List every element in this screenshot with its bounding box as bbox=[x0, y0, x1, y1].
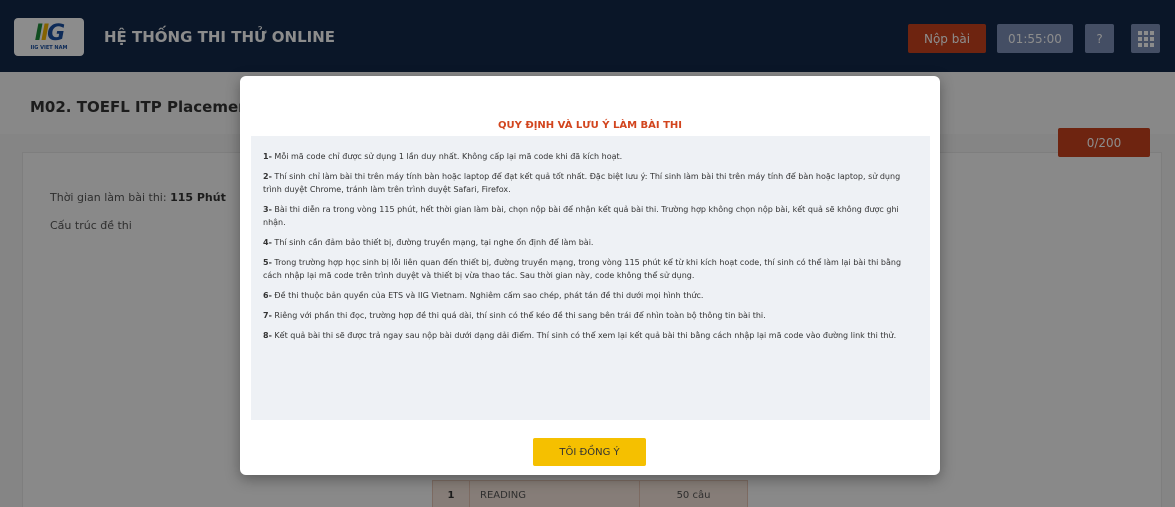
rule-item-6: 6- Đề thi thuộc bản quyền của ETS và IIG… bbox=[263, 289, 916, 302]
rule-text: Kết quả bài thi sẽ được trả ngay sau nộp… bbox=[271, 331, 897, 340]
rule-item-8: 8- Kết quả bài thi sẽ được trả ngay sau … bbox=[263, 329, 916, 342]
rule-text: Riêng với phần thi đọc, trường hợp đề th… bbox=[271, 311, 766, 320]
rules-modal: QUY ĐỊNH VÀ LƯU Ý LÀM BÀI THI 1- Mỗi mã … bbox=[240, 76, 940, 475]
rule-text: Thí sinh cần đảm bảo thiết bị, đường tru… bbox=[271, 238, 594, 247]
rule-number: 6- bbox=[263, 291, 272, 300]
rule-number: 2- bbox=[263, 172, 272, 181]
rule-number: 4- bbox=[263, 238, 272, 247]
rule-item-4: 4- Thí sinh cần đảm bảo thiết bị, đường … bbox=[263, 236, 916, 249]
agree-button[interactable]: TÔI ĐỒNG Ý bbox=[533, 438, 646, 466]
rule-text: Trong trường hợp học sinh bị lỗi liên qu… bbox=[263, 258, 902, 280]
rule-text: Thí sinh chỉ làm bài thi trên máy tính b… bbox=[263, 172, 901, 194]
rule-item-7: 7- Riêng với phần thi đọc, trường hợp đề… bbox=[263, 309, 916, 322]
rule-number: 1- bbox=[263, 152, 272, 161]
rule-number: 8- bbox=[263, 331, 272, 340]
rules-list: 1- Mỗi mã code chỉ được sử dụng 1 lần du… bbox=[251, 136, 930, 420]
modal-title: QUY ĐỊNH VÀ LƯU Ý LÀM BÀI THI bbox=[497, 120, 682, 131]
rule-item-3: 3- Bài thi diễn ra trong vòng 115 phút, … bbox=[263, 203, 916, 229]
rule-item-2: 2- Thí sinh chỉ làm bài thi trên máy tín… bbox=[263, 170, 916, 196]
rule-text: Đề thi thuộc bản quyền của ETS và IIG Vi… bbox=[271, 291, 704, 300]
rule-text: Mỗi mã code chỉ được sử dụng 1 lần duy n… bbox=[271, 152, 623, 161]
rule-number: 7- bbox=[263, 311, 272, 320]
rule-item-5: 5- Trong trường hợp học sinh bị lỗi liên… bbox=[263, 256, 916, 282]
rule-text: Bài thi diễn ra trong vòng 115 phút, hết… bbox=[263, 205, 899, 227]
rule-item-1: 1- Mỗi mã code chỉ được sử dụng 1 lần du… bbox=[263, 150, 916, 163]
rule-number: 3- bbox=[263, 205, 272, 214]
rule-number: 5- bbox=[263, 258, 272, 267]
